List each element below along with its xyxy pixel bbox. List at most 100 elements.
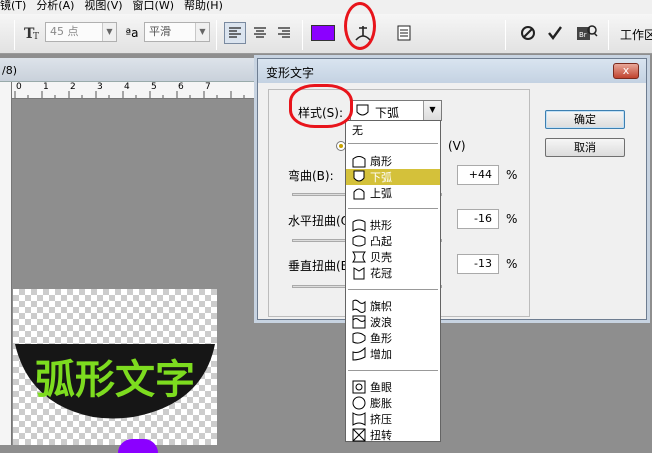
document-tab[interactable]: /8) [0,58,255,82]
style-option-fisheye[interactable]: 鱼眼 [346,379,440,395]
style-option-label: 波浪 [370,316,392,329]
panel-icon [397,25,411,41]
bend-label: 弯曲(B): [288,169,334,183]
horizontal-distortion-input[interactable]: -16 [457,209,499,229]
style-option-label: 旗帜 [370,300,392,313]
menu-help[interactable]: 帮助(H) [174,0,223,14]
chevron-down-icon: ▼ [102,23,116,41]
canvas-transparent[interactable]: 弧形文字 [13,289,217,453]
close-button[interactable]: x [613,63,639,79]
radio-dot-icon [339,144,343,148]
svg-text:Br: Br [579,31,587,39]
inflate-icon [352,396,366,410]
character-panel-button[interactable] [393,22,415,44]
style-option-squeeze[interactable]: 挤压 [346,411,440,427]
style-option-label: 挤压 [370,413,392,426]
align-center-button[interactable] [249,22,271,44]
ruler-label: 4 [124,82,130,92]
shell-icon [352,251,366,263]
style-option-label: 拱形 [370,219,392,232]
arc-icon [352,156,366,168]
lower-arc-icon [356,104,369,116]
style-option-bulge[interactable]: 凸起 [346,233,440,249]
style-option-label: 扇形 [370,155,392,168]
style-option-flower[interactable]: 花冠 [346,265,440,281]
horizontal-ruler: 0 1 2 3 4 5 6 7 [12,82,255,99]
dialog-titlebar: 变形文字 x [258,59,646,83]
vertical-distortion-input[interactable]: -13 [457,254,499,274]
bridge-button[interactable]: Br [576,22,598,44]
commit-edit-button[interactable] [544,22,566,44]
font-size-value: 45 点 [50,25,79,38]
style-option-label: 无 [352,124,363,137]
cancel-icon [521,26,535,40]
dropdown-separator [348,208,438,209]
purple-shape [118,439,158,453]
menu-filter[interactable]: 镜(T) [0,0,26,14]
style-option-label: 凸起 [370,235,392,248]
percent-label: % [506,212,518,226]
ruler-label: 6 [178,82,184,92]
style-option-label: 膨胀 [370,397,392,410]
bend-input[interactable]: +44 [457,165,499,185]
toolbar-separator [608,20,609,50]
percent-label: % [506,257,518,271]
dropdown-separator [348,370,438,371]
style-option-arc-lower[interactable]: 下弧 [346,169,440,185]
style-option-none[interactable]: 无 [346,122,440,138]
close-icon: x [622,64,630,77]
style-select[interactable]: 下弧 ▼ [350,100,442,121]
font-size-select[interactable]: 45 点 ▼ [45,22,117,42]
menu-view[interactable]: 视图(V) [74,0,122,14]
style-option-label: 增加 [370,348,392,361]
toolbar-separator [216,20,217,50]
document-tab-label: /8) [2,64,17,77]
fish-icon [352,332,366,344]
upper-arc-icon [353,188,365,200]
radio-vertical-label[interactable]: (V) [448,139,466,153]
bridge-icon: Br [577,25,598,40]
dropdown-separator [348,143,438,144]
style-option-arc[interactable]: 扇形 [346,153,440,169]
anti-alias-icon: ªa [125,26,139,40]
chevron-down-icon: ▼ [423,101,441,120]
flag-icon [352,299,366,313]
cancel-button[interactable]: 取消 [545,138,625,157]
style-option-arc-upper[interactable]: 上弧 [346,185,440,201]
ok-button[interactable]: 确定 [545,110,625,129]
horizontal-distortion-label: 水平扭曲(O [288,214,351,228]
vertical-ruler [0,82,12,445]
artwork-text: 弧形文字 [35,357,195,403]
highlight-circle-style [289,84,353,128]
cancel-edit-button[interactable] [517,22,539,44]
menu-window[interactable]: 窗口(W) [123,0,174,14]
percent-label: % [506,168,518,182]
style-option-shell[interactable]: 贝壳 [346,249,440,265]
align-right-button[interactable] [273,22,295,44]
style-option-inflate[interactable]: 膨胀 [346,395,440,411]
text-color-swatch[interactable] [311,25,335,41]
arch-icon [352,219,366,232]
menu-analysis[interactable]: 分析(A) [26,0,74,14]
style-dropdown-list: 无 扇形 下弧 上弧 拱形 凸起 贝壳 花冠 旗帜 波浪 鱼形 增加 鱼眼 膨胀… [345,120,441,442]
anti-alias-select[interactable]: 平滑 ▼ [144,22,210,42]
twist-icon [352,428,366,442]
align-center-icon [254,27,266,38]
squeeze-icon [352,412,366,426]
style-option-flag[interactable]: 旗帜 [346,298,440,314]
style-option-label: 下弧 [370,171,392,184]
align-right-icon [278,27,290,38]
wave-icon [352,315,366,329]
style-option-wave[interactable]: 波浪 [346,314,440,330]
font-size-icon: TT [22,22,44,44]
workspace-menu[interactable]: 工作区 [620,26,652,43]
ruler-label: 7 [205,82,211,92]
dropdown-separator [348,289,438,290]
ruler-label: 5 [151,82,157,92]
style-option-arch[interactable]: 拱形 [346,217,440,233]
align-left-button[interactable] [224,22,246,44]
style-option-rise[interactable]: 增加 [346,346,440,362]
style-option-fish[interactable]: 鱼形 [346,330,440,346]
chevron-down-icon: ▼ [195,23,209,41]
style-option-twist[interactable]: 扭转 [346,427,440,443]
